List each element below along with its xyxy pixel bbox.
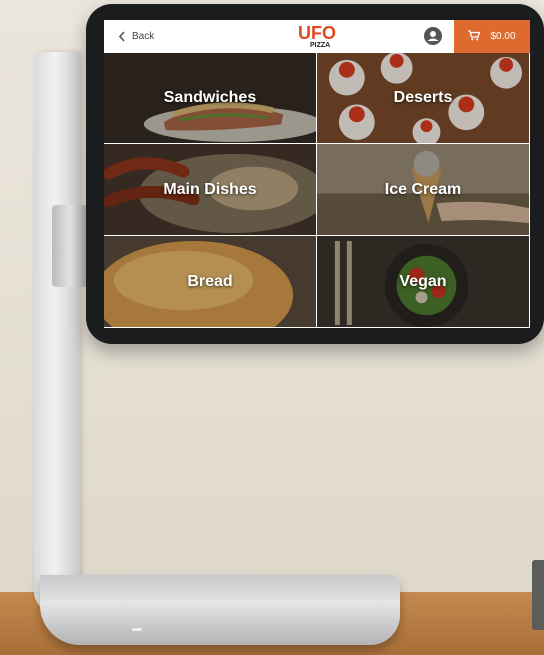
tablet-stand-post (34, 52, 80, 612)
category-label: Sandwiches (163, 89, 257, 106)
app-header: Back UFO PIZZA $0.00 (104, 20, 530, 53)
tablet-stand-base (40, 575, 400, 645)
back-label: Back (132, 31, 155, 42)
category-tile-vegan[interactable]: Vegan (317, 236, 530, 328)
back-button[interactable]: Back (118, 28, 154, 45)
logo-main-text: UFO (298, 23, 336, 43)
cart-button[interactable]: $0.00 (454, 20, 530, 53)
category-tile-ice-cream[interactable]: Ice Cream (317, 144, 530, 236)
side-object (532, 560, 544, 630)
cart-icon (468, 29, 481, 44)
category-tile-bread[interactable]: Bread (104, 236, 317, 328)
category-label: Deserts (393, 89, 453, 106)
category-tile-sandwiches[interactable]: Sandwiches (104, 53, 317, 144)
logo-sub-text: PIZZA (310, 42, 330, 49)
category-label: Ice Cream (384, 180, 462, 198)
category-label: Main Dishes (163, 180, 257, 198)
category-label: Vegan (399, 272, 447, 290)
account-icon[interactable] (423, 26, 443, 46)
category-grid: Sandwiches Deserts Main Dishes Ice Cream… (104, 53, 530, 328)
tablet-screen: Back UFO PIZZA $0.00 Sandwiches Deserts … (104, 20, 530, 328)
cart-total: $0.00 (490, 31, 516, 42)
stand-indicator-light (132, 628, 142, 631)
category-tile-deserts[interactable]: Deserts (317, 53, 530, 144)
category-label: Bread (187, 272, 233, 290)
tablet-stand-arm (52, 205, 88, 287)
category-tile-main-dishes[interactable]: Main Dishes (104, 144, 317, 236)
ufo-pizza-logo[interactable]: UFO PIZZA (296, 22, 344, 50)
chevron-left-icon (118, 31, 126, 42)
